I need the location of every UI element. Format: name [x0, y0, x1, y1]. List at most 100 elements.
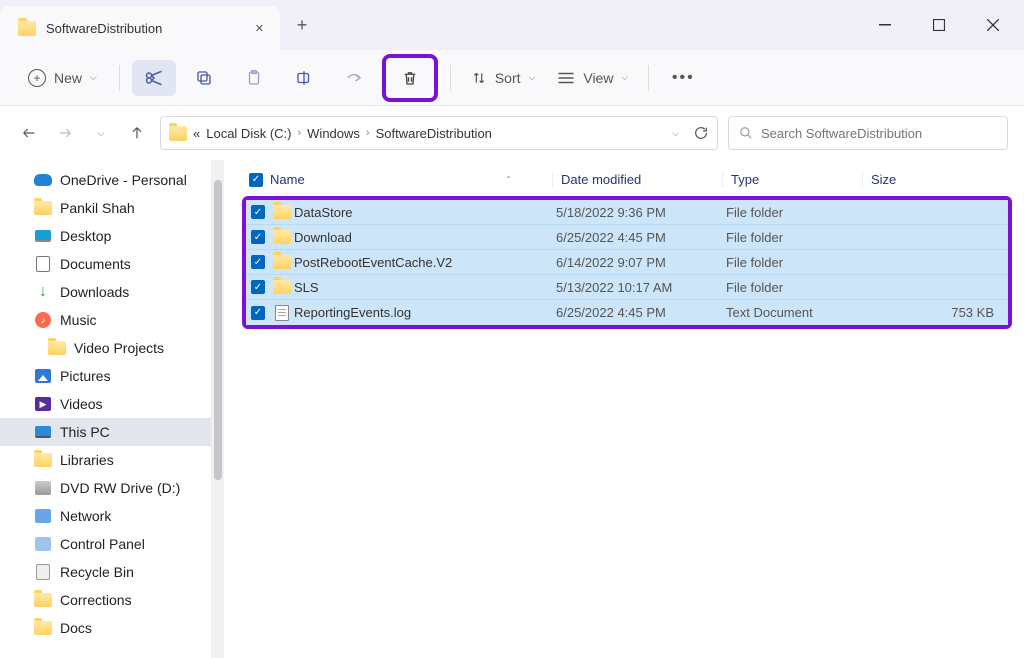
cut-button[interactable] [132, 60, 176, 96]
row-checkbox[interactable]: ✓ [246, 306, 270, 320]
sidebar-item[interactable]: Pictures [0, 362, 211, 390]
file-row[interactable]: ✓ SLS 5/13/2022 10:17 AM File folder [246, 275, 1008, 300]
column-size[interactable]: Size [862, 172, 1012, 187]
breadcrumb-prefix: « [193, 126, 200, 141]
title-bar: SoftwareDistribution ✕ + [0, 0, 1024, 50]
file-row[interactable]: ✓ DataStore 5/18/2022 9:36 PM File folde… [246, 200, 1008, 225]
sidebar-item[interactable]: Docs [0, 614, 211, 642]
more-button[interactable]: ••• [661, 60, 705, 96]
sidebar-item-label: Pankil Shah [60, 200, 135, 216]
copy-button[interactable] [182, 60, 226, 96]
file-name: Download [294, 230, 556, 245]
music-icon: ♪ [34, 312, 52, 328]
folder-icon [34, 200, 52, 216]
sidebar-item-label: Recycle Bin [60, 564, 134, 580]
scrollbar[interactable] [212, 160, 224, 658]
cloud-icon [34, 172, 52, 188]
sidebar-item[interactable]: Network [0, 502, 211, 530]
select-all-checkbox[interactable]: ✓ [242, 173, 270, 187]
sidebar-item[interactable]: ↓Downloads [0, 278, 211, 306]
chevron-down-icon[interactable]: ⌵ [672, 128, 679, 139]
new-tab-button[interactable]: + [280, 0, 324, 50]
sidebar-item[interactable]: Corrections [0, 586, 211, 614]
scrollbar-thumb[interactable] [214, 180, 222, 480]
file-date: 6/25/2022 4:45 PM [556, 230, 726, 245]
share-button[interactable] [332, 60, 376, 96]
window-tab[interactable]: SoftwareDistribution ✕ [0, 6, 280, 50]
sidebar-item[interactable]: DVD RW Drive (D:) [0, 474, 211, 502]
breadcrumb-item[interactable]: Local Disk (C:) [206, 126, 291, 141]
column-type[interactable]: Type [722, 172, 862, 187]
row-checkbox[interactable]: ✓ [246, 280, 270, 294]
file-date: 6/14/2022 9:07 PM [556, 255, 726, 270]
sidebar-item-label: Docs [60, 620, 92, 636]
file-row[interactable]: ✓ PostRebootEventCache.V2 6/14/2022 9:07… [246, 250, 1008, 275]
column-date[interactable]: Date modified [552, 172, 722, 187]
file-name: DataStore [294, 205, 556, 220]
search-input[interactable] [761, 126, 997, 141]
view-label: View [583, 70, 613, 86]
sidebar-item[interactable]: Desktop [0, 222, 211, 250]
sidebar-item[interactable]: Libraries [0, 446, 211, 474]
row-checkbox[interactable]: ✓ [246, 205, 270, 219]
minimize-button[interactable] [862, 9, 908, 41]
breadcrumb-item[interactable]: SoftwareDistribution [376, 126, 492, 141]
trash-icon [401, 69, 419, 87]
scissors-icon [144, 68, 164, 88]
maximize-button[interactable] [916, 9, 962, 41]
row-checkbox[interactable]: ✓ [246, 230, 270, 244]
file-type: Text Document [726, 305, 866, 320]
sidebar-item-label: Network [60, 508, 111, 524]
chevron-down-icon: ⌵ [529, 72, 536, 83]
breadcrumb[interactable]: « Local Disk (C:) › Windows › SoftwareDi… [160, 116, 718, 150]
file-name: ReportingEvents.log [294, 305, 556, 320]
toolbar: + New ⌵ Sort ⌵ View ⌵ ••• [0, 50, 1024, 106]
view-button[interactable]: View ⌵ [549, 64, 636, 92]
separator [648, 65, 649, 91]
file-row[interactable]: ✓ ReportingEvents.log 6/25/2022 4:45 PM … [246, 300, 1008, 325]
back-button[interactable] [16, 120, 42, 146]
paste-button[interactable] [232, 60, 276, 96]
sidebar-item[interactable]: This PC [0, 418, 211, 446]
sidebar-item[interactable]: ♪Music [0, 306, 211, 334]
sidebar-item[interactable]: Documents [0, 250, 211, 278]
file-row[interactable]: ✓ Download 6/25/2022 4:45 PM File folder [246, 225, 1008, 250]
pic-icon [34, 368, 52, 384]
file-name: SLS [294, 280, 556, 295]
breadcrumb-item[interactable]: Windows [307, 126, 360, 141]
refresh-icon[interactable] [693, 125, 709, 141]
forward-button[interactable] [52, 120, 78, 146]
sidebar-item[interactable]: Pankil Shah [0, 194, 211, 222]
rename-button[interactable] [282, 60, 326, 96]
file-type: File folder [726, 230, 866, 245]
file-date: 6/25/2022 4:45 PM [556, 305, 726, 320]
chevron-right-icon: › [366, 127, 370, 139]
search-box[interactable] [728, 116, 1008, 150]
folder-icon [270, 280, 294, 294]
new-button[interactable]: + New ⌵ [18, 63, 107, 93]
sidebar-item[interactable]: Control Panel [0, 530, 211, 558]
sidebar-item[interactable]: Recycle Bin [0, 558, 211, 586]
folder-icon [270, 255, 294, 269]
sidebar-item[interactable]: OneDrive - Personal [0, 166, 211, 194]
sort-button[interactable]: Sort ⌵ [463, 64, 544, 92]
bin-icon [34, 564, 52, 580]
folder-icon [270, 230, 294, 244]
new-label: New [54, 70, 82, 86]
sidebar-item[interactable]: ▶Videos [0, 390, 211, 418]
close-tab-icon[interactable]: ✕ [251, 18, 268, 39]
column-name[interactable]: Name⌃ [270, 172, 552, 187]
folder-icon [34, 592, 52, 608]
window-controls [862, 0, 1024, 50]
recent-dropdown[interactable]: ⌵ [88, 120, 114, 146]
close-window-button[interactable] [970, 9, 1016, 41]
delete-button[interactable] [388, 60, 432, 96]
folder-icon [270, 205, 294, 219]
sidebar: OneDrive - PersonalPankil ShahDesktopDoc… [0, 160, 212, 658]
separator [450, 65, 451, 91]
row-checkbox[interactable]: ✓ [246, 255, 270, 269]
up-button[interactable] [124, 120, 150, 146]
file-icon [270, 305, 294, 321]
sort-icon [471, 70, 487, 86]
sidebar-item[interactable]: Video Projects [0, 334, 211, 362]
